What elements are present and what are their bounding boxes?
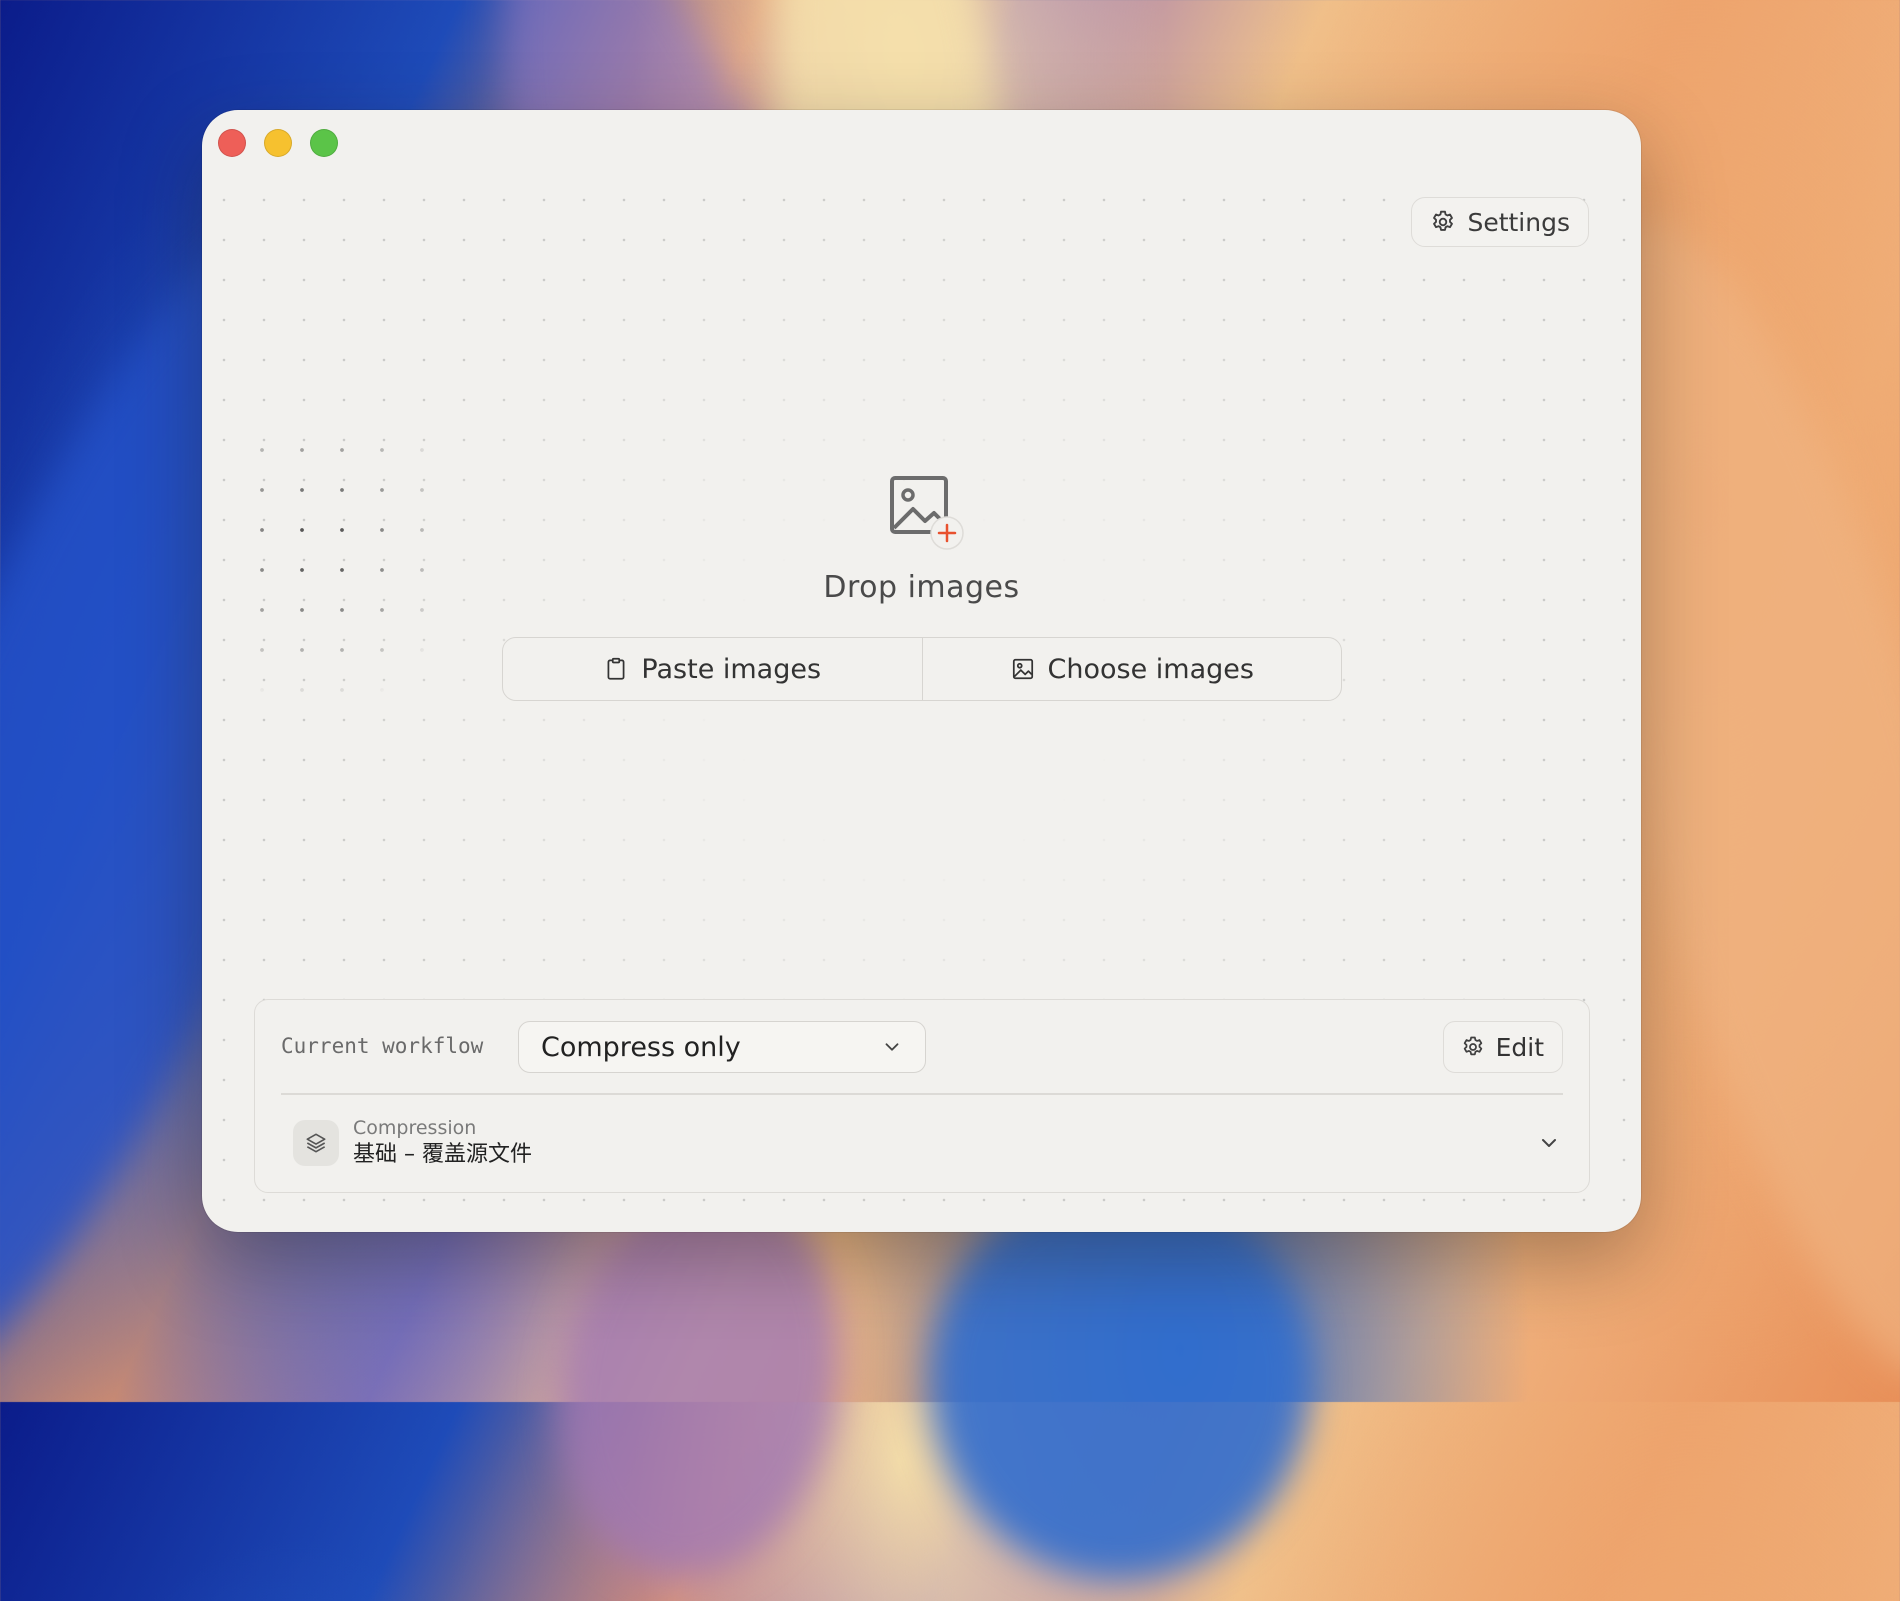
paste-images-label: Paste images	[641, 653, 822, 685]
close-window-button[interactable]	[218, 129, 246, 157]
layers-icon	[293, 1120, 339, 1166]
workflow-panel: Current workflow Compress only Edit Comp…	[254, 999, 1590, 1193]
settings-label: Settings	[1467, 207, 1570, 237]
choose-images-label: Choose images	[1047, 653, 1254, 685]
app-window: Settings Drop images Paste images Choose…	[202, 110, 1641, 1232]
settings-button[interactable]: Settings	[1411, 197, 1589, 247]
step-text: Compression 基础 – 覆盖源文件	[353, 1116, 1537, 1170]
workflow-selected-value: Compress only	[541, 1031, 741, 1063]
step-title: Compression	[353, 1117, 477, 1139]
workflow-select[interactable]: Compress only	[518, 1021, 926, 1073]
edit-workflow-button[interactable]: Edit	[1442, 1021, 1563, 1073]
image-icon	[1012, 658, 1033, 680]
step-subtitle: 基础 – 覆盖源文件	[353, 1142, 532, 1167]
clipboard-icon	[607, 657, 625, 680]
chevron-down-icon	[885, 1043, 899, 1051]
paste-images-button[interactable]: Paste images	[503, 638, 922, 700]
image-add-icon	[890, 476, 964, 550]
maximize-window-button[interactable]	[310, 129, 338, 157]
current-workflow-label: Current workflow	[281, 1034, 484, 1058]
window-controls	[218, 129, 338, 157]
import-button-group: Paste images Choose images	[502, 637, 1342, 701]
workflow-divider	[281, 1093, 1563, 1095]
gear-icon	[1433, 210, 1454, 231]
minimize-window-button[interactable]	[264, 129, 292, 157]
drop-images-label: Drop images	[823, 570, 1020, 605]
gear-icon	[1463, 1036, 1482, 1056]
edit-label: Edit	[1495, 1032, 1544, 1062]
choose-images-button[interactable]: Choose images	[921, 638, 1342, 700]
chevron-down-icon[interactable]	[1537, 1131, 1561, 1155]
wallpaper-streak	[930, 1180, 1310, 1580]
workflow-step-compression[interactable]: Compression 基础 – 覆盖源文件	[293, 1113, 1563, 1173]
